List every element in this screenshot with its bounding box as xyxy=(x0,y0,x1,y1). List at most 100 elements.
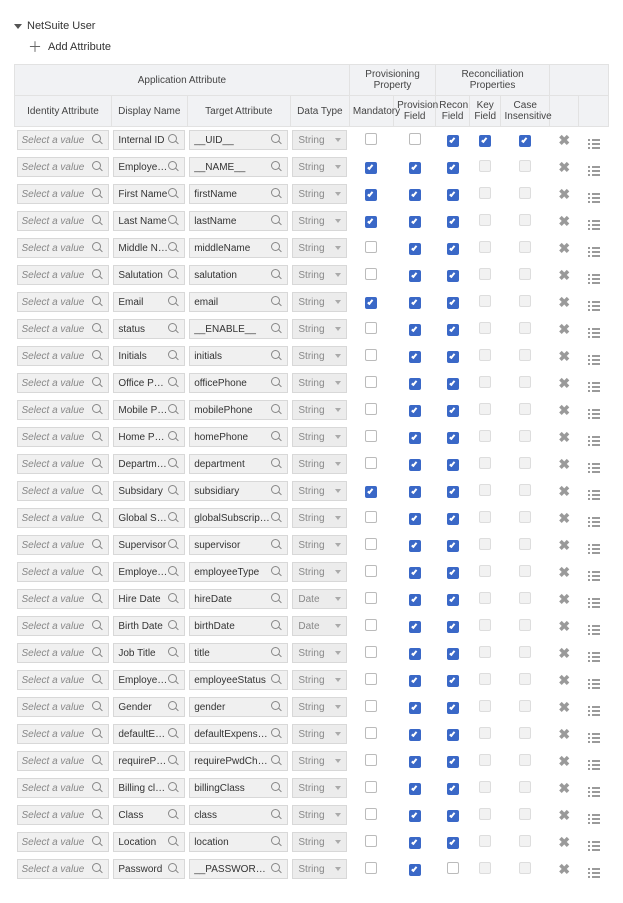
checkbox[interactable] xyxy=(409,405,421,417)
checkbox[interactable] xyxy=(409,783,421,795)
search-icon[interactable] xyxy=(168,809,180,821)
delete-row-icon[interactable]: ✖ xyxy=(558,807,570,823)
target-attr-lookup[interactable]: firstName xyxy=(189,184,288,204)
search-icon[interactable] xyxy=(168,485,180,497)
search-icon[interactable] xyxy=(271,539,283,551)
target-attr-lookup[interactable]: subsidiary xyxy=(189,481,288,501)
checkbox[interactable] xyxy=(409,729,421,741)
checkbox[interactable] xyxy=(409,702,421,714)
identity-lookup[interactable]: Select a value xyxy=(17,805,110,825)
list-menu-icon[interactable] xyxy=(588,679,600,689)
search-icon[interactable] xyxy=(92,296,104,308)
search-icon[interactable] xyxy=(271,701,283,713)
checkbox[interactable] xyxy=(447,486,459,498)
search-icon[interactable] xyxy=(271,512,283,524)
search-icon[interactable] xyxy=(271,755,283,767)
target-attr-lookup[interactable]: employeeType xyxy=(189,562,288,582)
checkbox[interactable] xyxy=(365,781,377,793)
list-menu-icon[interactable] xyxy=(588,787,600,797)
target-attr-lookup[interactable]: billingClass xyxy=(189,778,288,798)
delete-row-icon[interactable]: ✖ xyxy=(558,132,570,148)
checkbox[interactable] xyxy=(409,675,421,687)
section-header[interactable]: NetSuite User xyxy=(14,20,609,32)
target-attr-lookup[interactable]: requirePwdChange xyxy=(189,751,288,771)
datatype-select[interactable]: String xyxy=(292,562,347,582)
datatype-select[interactable]: String xyxy=(292,346,347,366)
checkbox[interactable] xyxy=(519,565,531,577)
search-icon[interactable] xyxy=(92,566,104,578)
datatype-select[interactable]: String xyxy=(292,427,347,447)
checkbox[interactable] xyxy=(479,646,491,658)
display-name-lookup[interactable]: First Name xyxy=(113,184,185,204)
identity-lookup[interactable]: Select a value xyxy=(17,157,110,177)
search-icon[interactable] xyxy=(168,161,180,173)
delete-row-icon[interactable]: ✖ xyxy=(558,429,570,445)
delete-row-icon[interactable]: ✖ xyxy=(558,645,570,661)
search-icon[interactable] xyxy=(168,620,180,632)
checkbox[interactable] xyxy=(479,835,491,847)
delete-row-icon[interactable]: ✖ xyxy=(558,456,570,472)
list-menu-icon[interactable] xyxy=(588,598,600,608)
checkbox[interactable] xyxy=(519,484,531,496)
checkbox[interactable] xyxy=(479,673,491,685)
checkbox[interactable] xyxy=(365,646,377,658)
checkbox[interactable] xyxy=(447,270,459,282)
delete-row-icon[interactable]: ✖ xyxy=(558,618,570,634)
identity-lookup[interactable]: Select a value xyxy=(17,670,110,690)
list-menu-icon[interactable] xyxy=(588,193,600,203)
search-icon[interactable] xyxy=(92,215,104,227)
search-icon[interactable] xyxy=(168,377,180,389)
display-name-lookup[interactable]: Employee Id xyxy=(113,157,185,177)
checkbox[interactable] xyxy=(519,187,531,199)
search-icon[interactable] xyxy=(168,458,180,470)
search-icon[interactable] xyxy=(168,728,180,740)
checkbox[interactable] xyxy=(479,349,491,361)
identity-lookup[interactable]: Select a value xyxy=(17,292,110,312)
checkbox[interactable] xyxy=(447,459,459,471)
search-icon[interactable] xyxy=(271,647,283,659)
checkbox[interactable] xyxy=(519,457,531,469)
search-icon[interactable] xyxy=(92,161,104,173)
search-icon[interactable] xyxy=(168,269,180,281)
checkbox[interactable] xyxy=(447,243,459,255)
display-name-lookup[interactable]: Middle Name xyxy=(113,238,185,258)
identity-lookup[interactable]: Select a value xyxy=(17,346,110,366)
delete-row-icon[interactable]: ✖ xyxy=(558,375,570,391)
list-menu-icon[interactable] xyxy=(588,409,600,419)
list-menu-icon[interactable] xyxy=(588,706,600,716)
search-icon[interactable] xyxy=(168,593,180,605)
identity-lookup[interactable]: Select a value xyxy=(17,643,110,663)
checkbox[interactable] xyxy=(409,270,421,282)
checkbox[interactable] xyxy=(519,619,531,631)
checkbox[interactable] xyxy=(479,484,491,496)
display-name-lookup[interactable]: Class xyxy=(113,805,185,825)
checkbox[interactable] xyxy=(519,673,531,685)
delete-row-icon[interactable]: ✖ xyxy=(558,780,570,796)
search-icon[interactable] xyxy=(271,566,283,578)
identity-lookup[interactable]: Select a value xyxy=(17,130,110,150)
target-attr-lookup[interactable]: supervisor xyxy=(189,535,288,555)
delete-row-icon[interactable]: ✖ xyxy=(558,159,570,175)
target-attr-lookup[interactable]: __ENABLE__ xyxy=(189,319,288,339)
datatype-select[interactable]: String xyxy=(292,859,347,879)
checkbox[interactable] xyxy=(409,567,421,579)
delete-row-icon[interactable]: ✖ xyxy=(558,726,570,742)
search-icon[interactable] xyxy=(92,269,104,281)
list-menu-icon[interactable] xyxy=(588,868,600,878)
search-icon[interactable] xyxy=(168,323,180,335)
checkbox[interactable] xyxy=(447,567,459,579)
list-menu-icon[interactable] xyxy=(588,220,600,230)
checkbox[interactable] xyxy=(479,241,491,253)
checkbox[interactable] xyxy=(447,783,459,795)
checkbox[interactable] xyxy=(519,349,531,361)
checkbox[interactable] xyxy=(519,781,531,793)
target-attr-lookup[interactable]: salutation xyxy=(189,265,288,285)
datatype-select[interactable]: String xyxy=(292,805,347,825)
datatype-select[interactable]: String xyxy=(292,373,347,393)
checkbox[interactable] xyxy=(409,162,421,174)
checkbox[interactable] xyxy=(447,351,459,363)
target-attr-lookup[interactable]: mobilePhone xyxy=(189,400,288,420)
display-name-lookup[interactable]: Gender xyxy=(113,697,185,717)
checkbox[interactable] xyxy=(479,214,491,226)
datatype-select[interactable]: String xyxy=(292,535,347,555)
